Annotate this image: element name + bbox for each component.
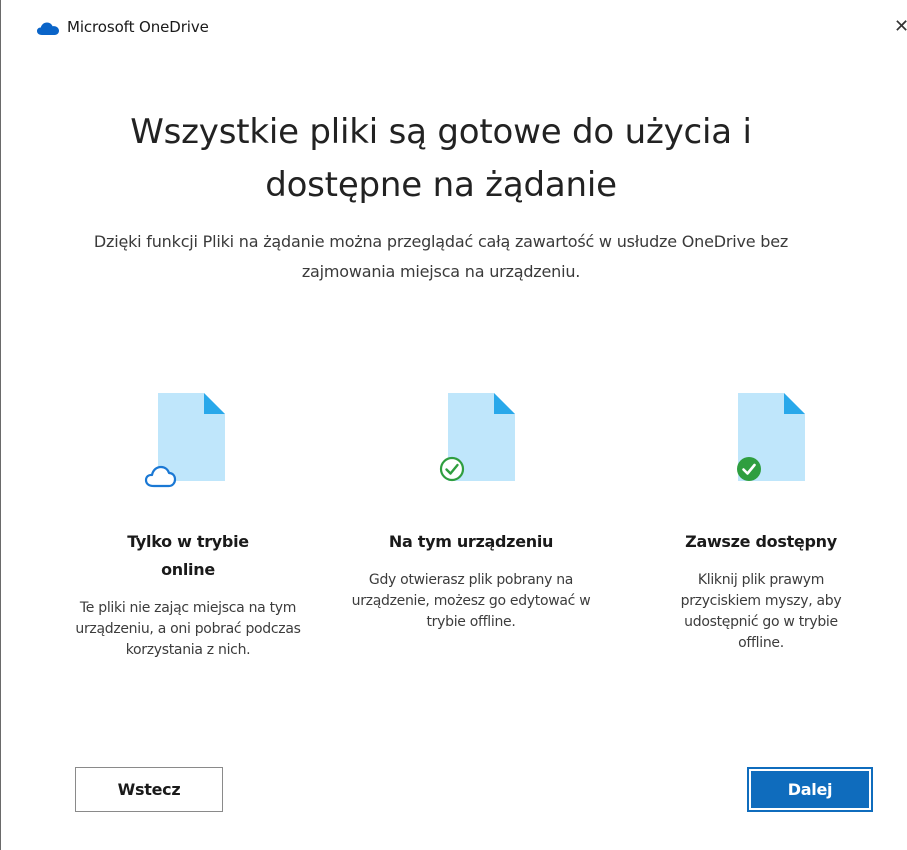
feature-description: Kliknij plik prawym przyciskiem myszy, a… bbox=[680, 572, 842, 651]
page-subtitle: Dzięki funkcji Pliki na żądanie można pr… bbox=[93, 232, 789, 281]
page-headline: Wszystkie pliki są gotowe do użycia i do… bbox=[130, 112, 752, 205]
window-title: Microsoft OneDrive bbox=[67, 18, 209, 36]
always-available-file-icon bbox=[737, 393, 805, 481]
feature-title: Zawsze dostępny bbox=[685, 532, 837, 551]
back-button[interactable]: Wstecz bbox=[75, 767, 223, 812]
feature-always-available: Zawsze dostępny Kliknij plik prawym przy… bbox=[641, 388, 881, 651]
feature-title: Tylko w trybie online bbox=[127, 532, 249, 579]
feature-description: Gdy otwierasz plik pobrany na urządzenie… bbox=[351, 572, 591, 630]
title-bar: Microsoft OneDrive ✕ bbox=[1, 0, 907, 56]
feature-title: Na tym urządzeniu bbox=[388, 532, 554, 551]
feature-on-device: Na tym urządzeniu Gdy otwierasz plik pob… bbox=[351, 388, 591, 630]
close-icon[interactable]: ✕ bbox=[894, 16, 907, 38]
feature-description: Te pliki nie zając miejsca na tym urządz… bbox=[75, 600, 301, 658]
online-only-file-icon bbox=[144, 393, 225, 488]
next-button[interactable]: Dalej bbox=[747, 767, 873, 812]
onedrive-window: Microsoft OneDrive ✕ Wszystkie pliki są … bbox=[0, 0, 907, 850]
locally-available-file-icon bbox=[439, 393, 515, 482]
onedrive-cloud-icon bbox=[37, 22, 59, 35]
feature-online-only: Tylko w trybie online Te pliki nie zając… bbox=[68, 388, 308, 658]
